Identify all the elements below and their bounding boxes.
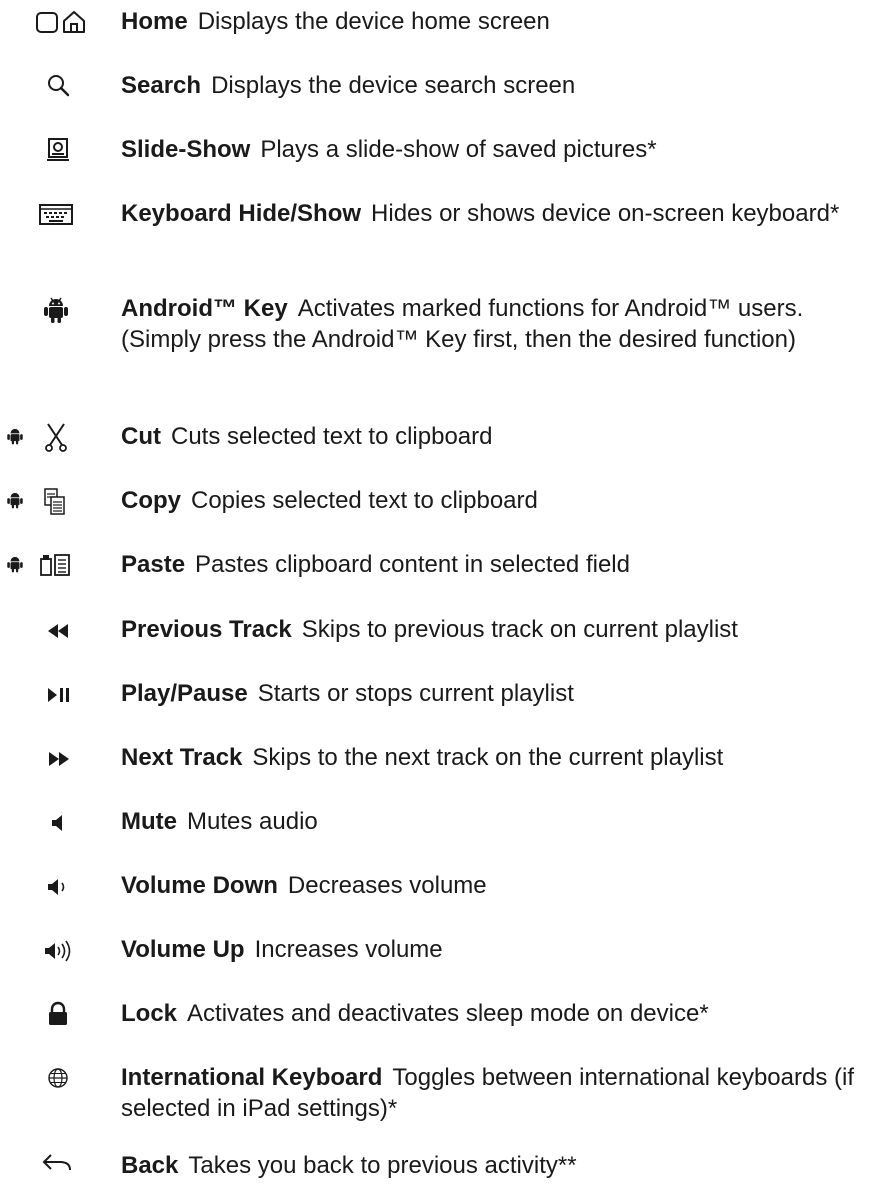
- entry-term: Android™ Key: [121, 295, 288, 322]
- paste-icon: [38, 551, 74, 579]
- entry-description: Mutes audio: [187, 808, 318, 835]
- entry-term: Home: [121, 8, 188, 35]
- entry-text: Play/Pause Starts or stops current playli…: [121, 678, 871, 709]
- entry-term: Copy: [121, 487, 181, 514]
- entry-text: Back Takes you back to previous activity*…: [121, 1150, 871, 1181]
- entry-text: Volume Down Decreases volume: [121, 870, 871, 901]
- entry-text: Copy Copies selected text to clipboard: [121, 485, 871, 516]
- copy-icon: [42, 487, 68, 517]
- lock-icon: [44, 1000, 72, 1028]
- scissors-icon: [42, 421, 70, 453]
- android-mark-icon: [6, 551, 24, 577]
- entry-text: Previous Track Skips to previous track on…: [121, 614, 886, 645]
- search-icon: [46, 72, 72, 100]
- entry-term: Cut: [121, 423, 161, 450]
- android-mark-icon: [6, 487, 24, 513]
- entry-description: Takes you back to previous activity**: [188, 1152, 577, 1179]
- entry-description: Skips to the next track on the current p…: [252, 744, 724, 771]
- entry-term: Volume Down: [121, 872, 278, 899]
- volume-up-icon: [42, 938, 76, 964]
- entry-description: Starts or stops current playlist: [257, 680, 574, 707]
- volume-down-icon: [44, 874, 74, 900]
- entry-term: Search: [121, 72, 202, 99]
- entry-term: Previous Track: [121, 616, 292, 643]
- globe-icon: [44, 1064, 72, 1092]
- entry-term: Mute: [121, 808, 177, 835]
- entry-term: Volume Up: [121, 936, 245, 963]
- entry-term: International Keyboard: [121, 1064, 383, 1091]
- entry-description: Increases volume: [254, 936, 443, 963]
- keyboard-icon: [38, 202, 74, 228]
- entry-term: Play/Pause: [121, 680, 248, 707]
- entry-text: Lock Activates and deactivates sleep mode…: [121, 998, 871, 1029]
- play-pause-icon: [44, 682, 74, 708]
- entry-description: Displays the device home screen: [197, 8, 550, 35]
- entry-description: Skips to previous track on current playl…: [301, 616, 738, 643]
- android-mark-icon: [6, 423, 24, 449]
- entry-text: Search Displays the device search screen: [121, 70, 871, 101]
- entry-text: Paste Pastes clipboard content in selecte…: [121, 549, 871, 580]
- entry-description: Displays the device search screen: [211, 72, 576, 99]
- entry-description: Decreases volume: [287, 872, 487, 899]
- next-track-icon: [44, 746, 74, 772]
- entry-text: International Keyboard Toggles between in…: [121, 1062, 861, 1124]
- entry-text: Mute Mutes audio: [121, 806, 871, 837]
- entry-term: Lock: [121, 1000, 178, 1027]
- previous-track-icon: [44, 618, 74, 644]
- entry-description: Pastes clipboard content in selected fie…: [195, 551, 630, 578]
- page: { "entries": [ {"icon": "home-icon", "te…: [0, 0, 886, 1185]
- back-arrow-icon: [40, 1150, 76, 1178]
- mute-icon: [46, 810, 72, 836]
- entry-description: Copies selected text to clipboard: [191, 487, 538, 514]
- entry-term: Slide-Show: [121, 136, 251, 163]
- entry-description: Plays a slide-show of saved pictures*: [260, 136, 657, 163]
- entry-term: Paste: [121, 551, 186, 578]
- entry-text: Next Track Skips to the next track on the…: [121, 742, 886, 773]
- home-icon: [34, 8, 102, 38]
- entry-text: Keyboard Hide/Show Hides or shows device …: [121, 198, 861, 229]
- entry-text: Cut Cuts selected text to clipboard: [121, 421, 871, 452]
- entry-term: Back: [121, 1152, 179, 1179]
- entry-text: Volume Up Increases volume: [121, 934, 871, 965]
- slideshow-icon: [46, 136, 72, 164]
- entry-text: Android™ Key Activates marked functions f…: [121, 293, 871, 355]
- entry-term: Next Track: [121, 744, 243, 771]
- entry-text: Slide-Show Plays a slide-show of saved pi…: [121, 134, 871, 165]
- entry-term: Keyboard Hide/Show: [121, 200, 362, 227]
- entry-text: Home Displays the device home screen: [121, 6, 871, 37]
- android-icon: [42, 295, 70, 325]
- entry-description: Cuts selected text to clipboard: [170, 423, 493, 450]
- entry-description: Activates and deactivates sleep mode on …: [187, 1000, 709, 1027]
- entry-description: Hides or shows device on-screen keyboard…: [371, 200, 840, 227]
